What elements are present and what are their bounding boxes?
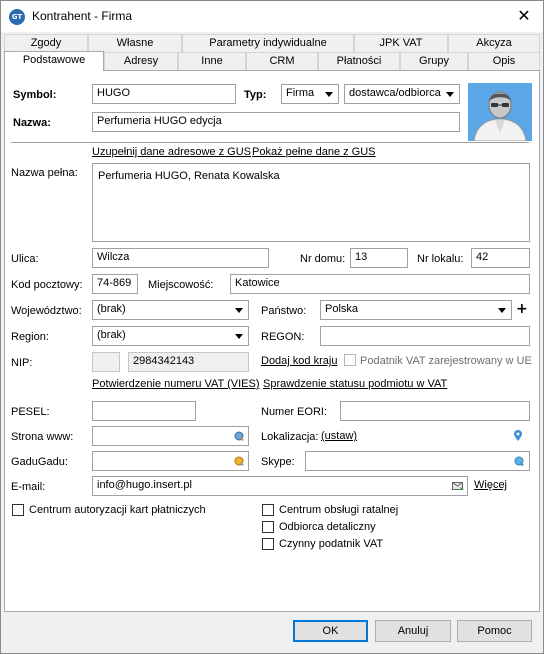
title-bar: GT Kontrahent - Firma ✕ [1,1,543,32]
regon-label: REGON: [261,331,305,343]
nr-lokalu-label: Nr lokalu: [417,253,464,265]
tab-crm[interactable]: CRM [246,52,318,70]
czynny-vat-label: Czynny podatnik VAT [279,538,384,550]
avatar[interactable] [468,83,532,141]
person-icon [468,83,532,141]
typ2-select[interactable]: dostawca/odbiorca [344,84,460,104]
typ-select[interactable]: Firma [281,84,339,104]
nazwa-input[interactable]: Perfumeria HUGO edycja [92,112,460,132]
detaliczny-label: Odbiorca detaliczny [279,521,376,533]
eori-label: Numer EORI: [261,406,328,418]
pesel-label: PESEL: [11,406,50,418]
tab-grupy[interactable]: Grupy [400,52,468,70]
panstwo-select-value: Polska [325,303,359,315]
chevron-down-icon [325,92,333,97]
help-button[interactable]: Pomoc [457,620,532,642]
wojewodztwo-select-value: (brak) [97,303,126,315]
chevron-down-icon [235,308,243,313]
region-label: Region: [11,331,49,343]
czynny-vat-checkbox[interactable] [262,538,274,550]
nip-label: NIP: [11,357,33,369]
nazwa-pelna-label: Nazwa pełna: [11,167,78,179]
tab-platnosci[interactable]: Płatności [318,52,400,70]
more-link[interactable]: Więcej [474,479,507,491]
skype-label: Skype: [261,456,295,468]
send-email-icon[interactable] [452,481,464,491]
ulica-label: Ulica: [11,253,39,265]
detaliczny-checkbox[interactable] [262,521,274,533]
gadu-icon[interactable] [234,456,245,467]
separator [11,142,529,143]
wojewodztwo-label: Województwo: [11,305,82,317]
open-link-icon[interactable] [234,431,245,442]
tab-jpk-vat[interactable]: JPK VAT [354,34,448,52]
close-icon[interactable]: ✕ [513,6,535,26]
typ2-select-value: dostawca/odbiorca [349,87,441,99]
dialog-window: GT Kontrahent - Firma ✕ Zgody Własne Par… [0,0,544,654]
miejscowosc-input[interactable]: Katowice [230,274,530,294]
typ-select-value: Firma [286,87,315,99]
ratalna-label: Centrum obsługi ratalnej [279,504,399,516]
nip-prefix-input[interactable] [92,352,120,372]
app-icon: GT [9,9,25,25]
tab-akcyza[interactable]: Akcyza [448,34,540,52]
typ-label: Typ: [244,89,267,101]
skype-input[interactable] [305,451,530,471]
vat-status-link[interactable]: Sprawdzenie statusu podmiotu w VAT [263,378,447,390]
www-input[interactable] [92,426,249,446]
tab-parametry[interactable]: Parametry indywidualne [182,34,354,52]
vat-ue-checkbox[interactable] [344,354,356,366]
gus-fill-link[interactable]: Uzupełnij dane adresowe z GUS [92,146,251,158]
add-country-code-link[interactable]: Dodaj kod kraju [261,355,337,367]
add-country-button[interactable]: + [516,301,528,317]
map-pin-icon[interactable] [513,430,523,442]
gadu-label: GaduGadu: [11,456,68,468]
gus-show-link[interactable]: Pokaż pełne dane z GUS [252,146,376,158]
lokalizacja-link[interactable]: (ustaw) [321,430,357,442]
nip-input[interactable]: 2984342143 [128,352,249,372]
centrum-kart-checkbox[interactable] [12,504,24,516]
wojewodztwo-select[interactable]: (brak) [92,300,249,320]
ratalna-checkbox[interactable] [262,504,274,516]
www-label: Strona www: [11,431,74,443]
kod-label: Kod pocztowy: [11,279,83,291]
nr-domu-label: Nr domu: [300,253,346,265]
panstwo-label: Państwo: [261,305,307,317]
vat-ue-label: Podatnik VAT zarejestrowany w UE [360,355,532,367]
email-input[interactable]: info@hugo.insert.pl [92,476,468,496]
tab-wlasne[interactable]: Własne [88,34,182,52]
chevron-down-icon [446,92,454,97]
symbol-input[interactable]: HUGO [92,84,236,104]
nr-lokalu-input[interactable]: 42 [471,248,530,268]
pesel-input[interactable] [92,401,196,421]
lokalizacja-label: Lokalizacja: [261,431,319,443]
vies-link[interactable]: Potwierdzenie numeru VAT (VIES) [92,378,260,390]
chevron-down-icon [235,334,243,339]
window-title: Kontrahent - Firma [32,9,133,23]
miejscowosc-label: Miejscowość: [148,279,214,291]
tab-podstawowe[interactable]: Podstawowe [4,51,104,71]
region-select-value: (brak) [97,329,126,341]
email-label: E-mail: [11,481,46,493]
symbol-label: Symbol: [13,89,57,101]
chevron-down-icon [498,308,506,313]
kod-input[interactable]: 74-869 [92,274,138,294]
nazwa-pelna-textarea[interactable]: Perfumeria HUGO, Renata Kowalska [92,163,530,242]
ulica-input[interactable]: Wilcza [92,248,269,268]
nazwa-label: Nazwa: [13,117,51,129]
nr-domu-input[interactable]: 13 [350,248,408,268]
tab-zgody[interactable]: Zgody [4,34,88,52]
region-select[interactable]: (brak) [92,326,249,346]
centrum-kart-label: Centrum autoryzacji kart płatniczych [29,504,206,516]
cancel-button[interactable]: Anuluj [375,620,451,642]
tab-opis[interactable]: Opis [468,52,540,70]
panstwo-select[interactable]: Polska [320,300,512,320]
tab-adresy[interactable]: Adresy [104,52,178,70]
eori-input[interactable] [340,401,530,421]
skype-icon[interactable] [514,456,525,467]
regon-input[interactable] [320,326,530,346]
ok-button[interactable]: OK [293,620,368,642]
gadu-input[interactable] [92,451,249,471]
tab-inne[interactable]: Inne [178,52,246,70]
